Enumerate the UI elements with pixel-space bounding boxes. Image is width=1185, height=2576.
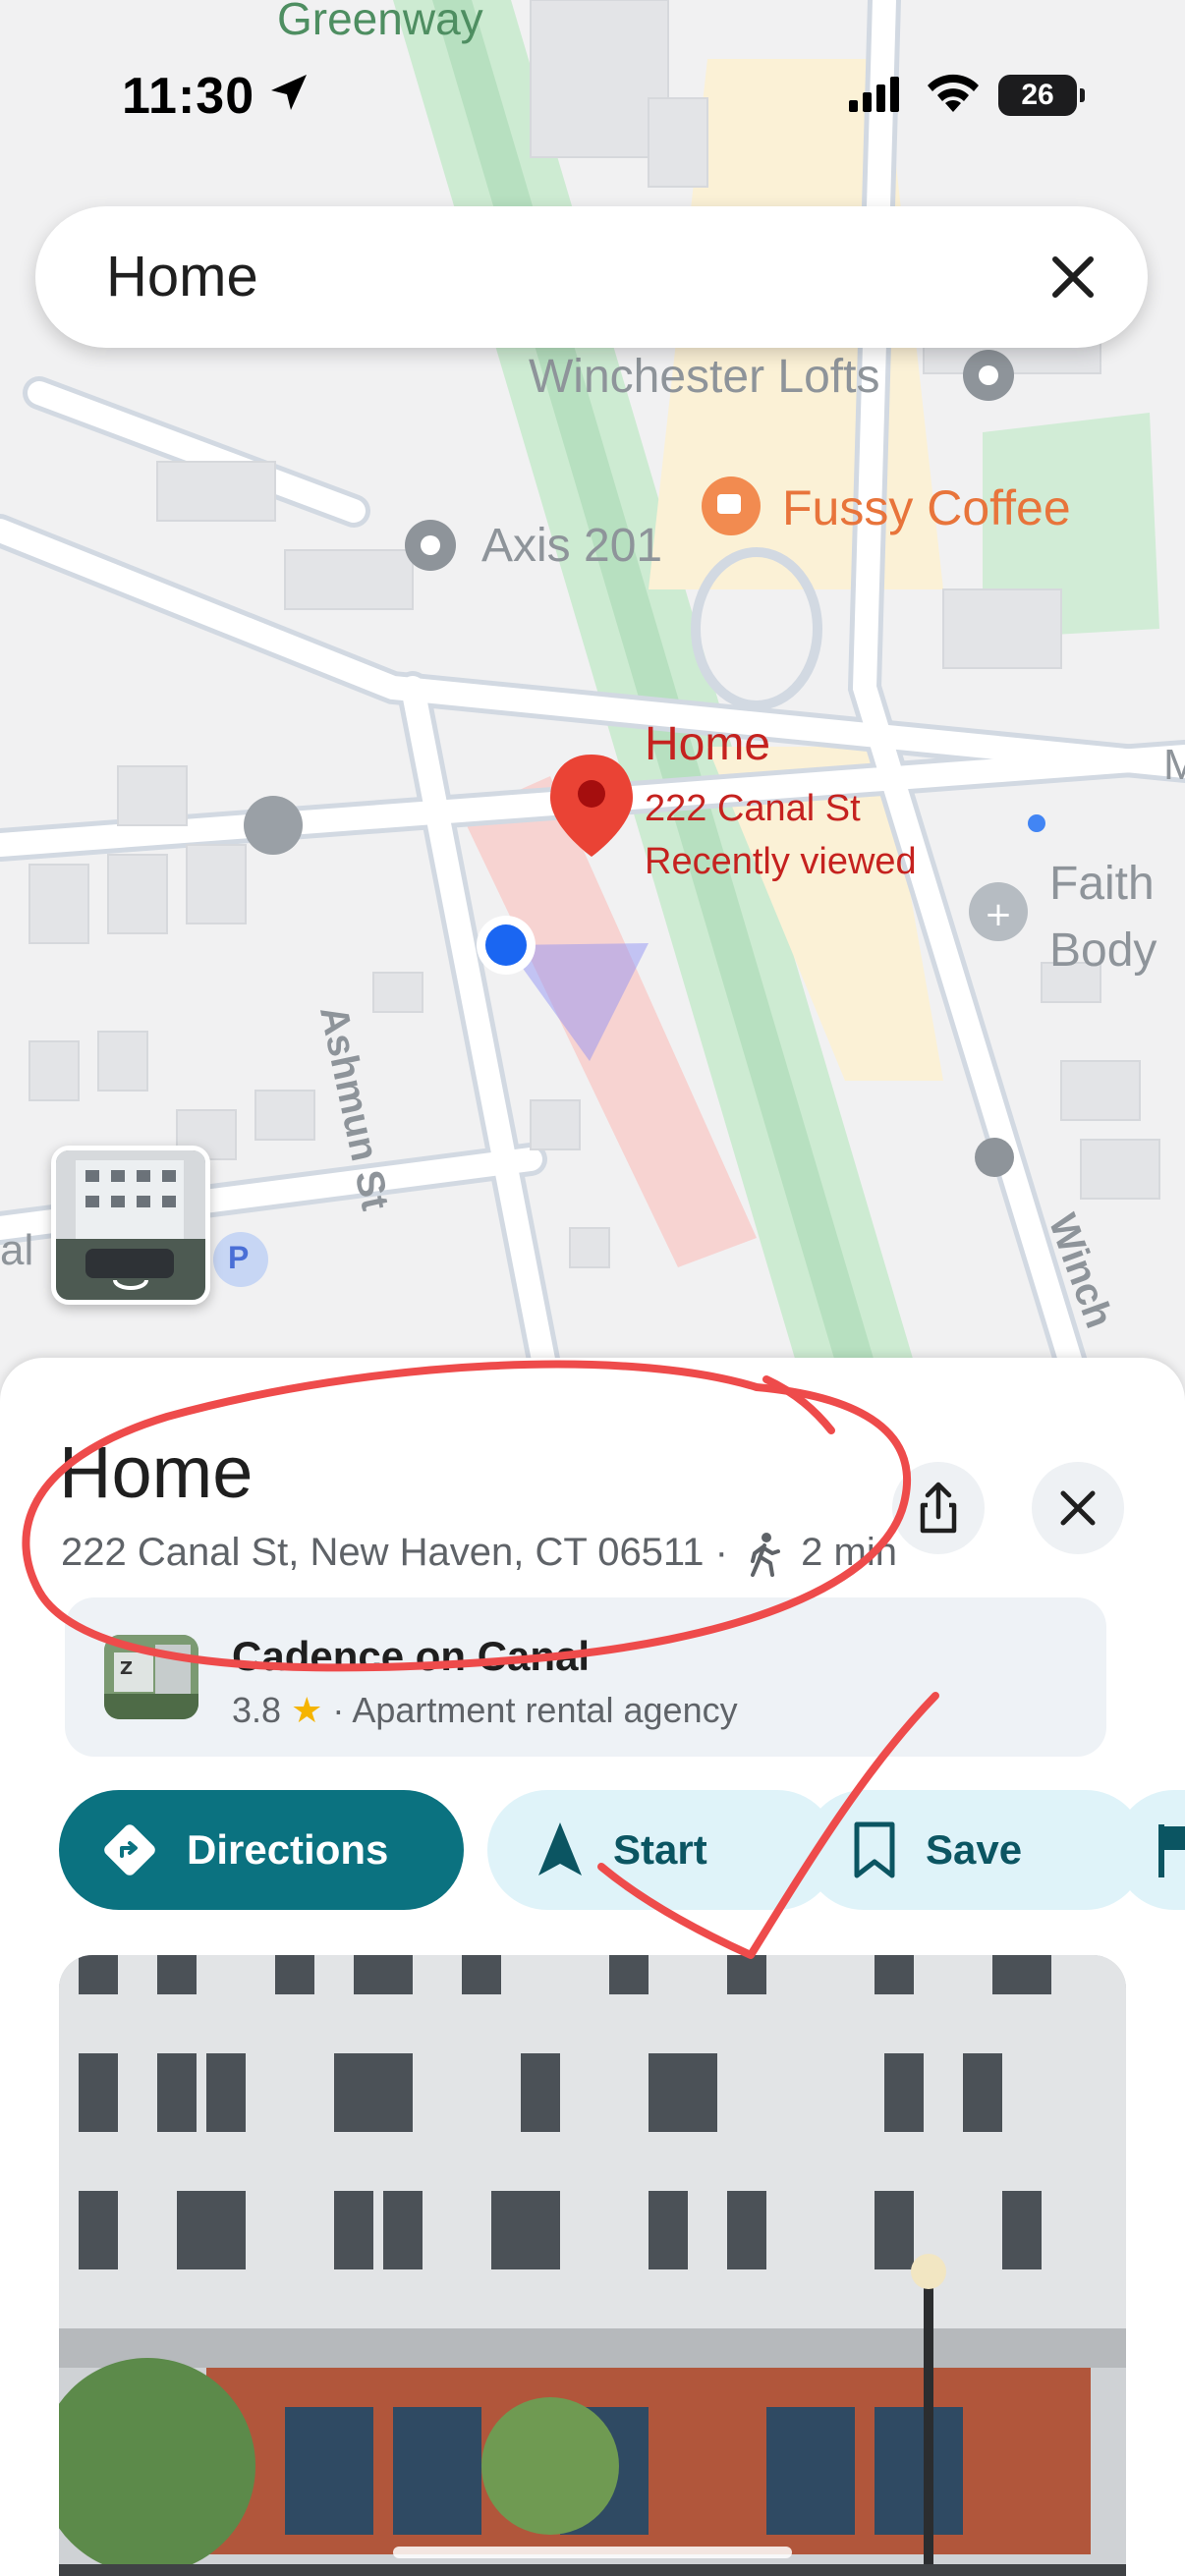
map-label-m: M bbox=[1163, 741, 1185, 789]
map-label-axis-201[interactable]: Axis 201 bbox=[481, 519, 662, 573]
status-bar: 11:30 26 bbox=[0, 0, 1185, 187]
pin-label-title[interactable]: Home bbox=[645, 717, 770, 771]
save-label: Save bbox=[926, 1826, 1023, 1873]
pin-label-address: 222 Canal St bbox=[645, 788, 861, 829]
svg-text:Z: Z bbox=[120, 1658, 133, 1679]
related-place-thumbnail: Z bbox=[104, 1635, 198, 1719]
location-arrow-icon bbox=[271, 75, 307, 110]
street-view-thumbnail[interactable] bbox=[51, 1146, 210, 1305]
map-label-fussy-coffee[interactable]: Fussy Coffee bbox=[782, 479, 1071, 536]
battery-indicator: 26 bbox=[998, 75, 1085, 116]
address-row: 222 Canal St, New Haven, CT 06511 · 2 mi… bbox=[61, 1531, 897, 1578]
status-time: 11:30 bbox=[122, 68, 255, 125]
flag-icon bbox=[1154, 1820, 1185, 1879]
clear-search-icon[interactable] bbox=[1038, 242, 1108, 312]
place-title: Home bbox=[59, 1431, 254, 1513]
screen: + Greenway Winchester Lofts Fussy Coffee… bbox=[0, 0, 1185, 2576]
map-label-al: al bbox=[0, 1226, 34, 1274]
map-label-faith[interactable]: Faith bbox=[1049, 857, 1155, 911]
place-photo[interactable] bbox=[59, 1955, 1126, 2576]
related-place-rating: 3.8 bbox=[232, 1690, 282, 1730]
related-place-meta: 3.8 ★ · Apartment rental agency bbox=[232, 1690, 738, 1731]
save-button[interactable]: Save bbox=[804, 1790, 1146, 1910]
walk-time: 2 min bbox=[801, 1531, 897, 1574]
svg-text:+: + bbox=[985, 895, 1013, 934]
share-icon bbox=[920, 1482, 957, 1534]
share-button[interactable] bbox=[892, 1462, 985, 1554]
pin-label-note: Recently viewed bbox=[645, 841, 917, 882]
start-button[interactable]: Start bbox=[487, 1790, 837, 1910]
walking-icon bbox=[751, 1533, 781, 1578]
address-separator: · bbox=[714, 1531, 728, 1574]
home-indicator[interactable] bbox=[393, 2547, 792, 2558]
related-place-card[interactable]: Z Cadence on Canal 3.8 ★ · Apartment ren… bbox=[65, 1597, 1106, 1757]
bookmark-icon bbox=[851, 1820, 898, 1879]
related-place-name: Cadence on Canal bbox=[232, 1633, 591, 1679]
parking-label: P bbox=[228, 1240, 250, 1275]
wifi-icon bbox=[928, 74, 979, 112]
directions-button[interactable]: Directions bbox=[59, 1790, 464, 1910]
search-bar[interactable]: Home bbox=[35, 206, 1148, 348]
action-chips: Directions Start Save bbox=[59, 1790, 1185, 1910]
close-sheet-button[interactable] bbox=[1032, 1462, 1124, 1554]
directions-icon bbox=[100, 1820, 159, 1879]
map-label-winchester-lofts[interactable]: Winchester Lofts bbox=[529, 350, 879, 404]
star-icon: ★ bbox=[291, 1690, 323, 1730]
directions-label: Directions bbox=[187, 1826, 389, 1873]
cellular-signal-icon bbox=[849, 77, 899, 112]
close-icon bbox=[1060, 1490, 1096, 1526]
related-place-category: · Apartment rental agency bbox=[332, 1690, 738, 1730]
navigation-arrow-icon bbox=[535, 1820, 586, 1879]
place-details-sheet[interactable]: Home 222 Canal St, New Haven, CT 06511 ·… bbox=[0, 1358, 1185, 2576]
place-address: 222 Canal St, New Haven, CT 06511 bbox=[61, 1531, 705, 1574]
start-label: Start bbox=[613, 1826, 707, 1873]
search-input[interactable]: Home bbox=[106, 244, 258, 309]
map-label-body[interactable]: Body bbox=[1049, 924, 1157, 978]
